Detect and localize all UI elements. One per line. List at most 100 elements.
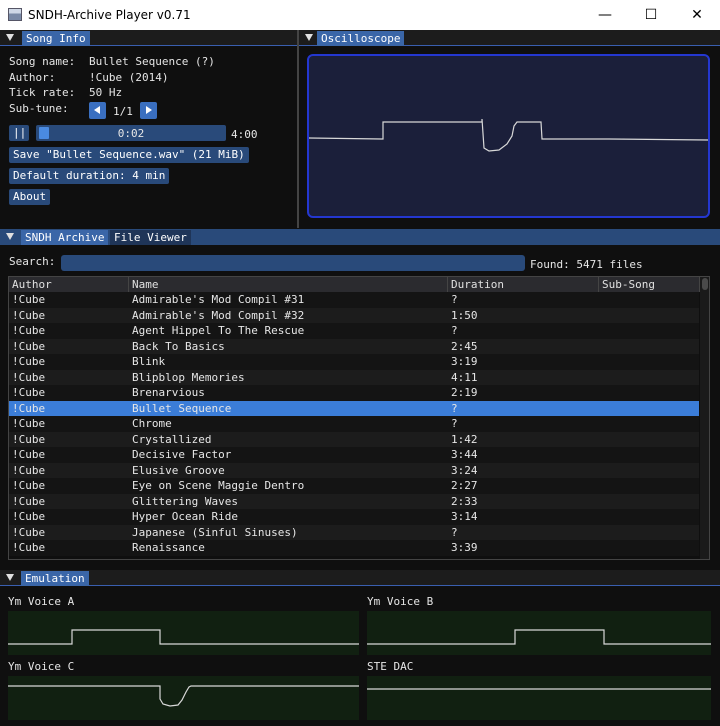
about-button[interactable]: About	[9, 189, 51, 205]
pause-button[interactable]: ||	[9, 125, 29, 141]
cell-name: Glittering Waves	[132, 494, 238, 508]
archive-table: Author Name Duration Sub-Song !Cube Admir…	[8, 276, 710, 560]
cell-name: Brenarvious	[132, 386, 205, 399]
table-row[interactable]: !Cube Back To Basics 2:45	[9, 338, 699, 354]
table-row[interactable]: !Cube Elusive Groove 3:24	[9, 462, 699, 478]
table-row[interactable]: !Cube Glittering Waves 2:33	[9, 493, 699, 509]
column-header-subsong[interactable]: Sub-Song	[599, 277, 700, 292]
voice-a-waveform	[8, 629, 359, 645]
window-title-bar: SNDH-Archive Player v0.71 — ☐ ✕	[0, 0, 720, 30]
minimize-button[interactable]: —	[582, 0, 628, 30]
cell-name: Renaissance	[132, 541, 205, 554]
cell-duration: 2:45	[451, 339, 478, 353]
table-scrollbar[interactable]	[700, 277, 709, 559]
cell-duration: 3:14	[451, 510, 478, 523]
table-row[interactable]: !Cube Admirable's Mod Compil #32 1:50	[9, 307, 699, 323]
cell-name: Japanese (Sinful Sinuses)	[132, 525, 298, 539]
cell-duration: 1:50	[451, 308, 478, 322]
tab-file-viewer[interactable]: File Viewer	[110, 230, 191, 245]
cell-duration: 4:11	[451, 370, 478, 384]
close-icon: ✕	[691, 7, 703, 23]
archive-tabbar: SNDH Archive File Viewer	[0, 229, 720, 245]
cell-name: Chrome	[132, 417, 172, 430]
cell-name: Crystallized	[132, 432, 212, 446]
cell-duration: 2:27	[451, 479, 478, 492]
oscilloscope-panel: Oscilloscope	[299, 30, 720, 228]
tab-song-info[interactable]: Song Info	[22, 31, 90, 46]
maximize-button[interactable]: ☐	[628, 0, 674, 30]
oscilloscope-waveform	[309, 118, 708, 152]
table-row[interactable]: !Cube Admirable's Mod Compil #31?	[9, 292, 699, 308]
cell-author: !Cube	[12, 417, 46, 430]
table-row[interactable]: !Cube Chrome?	[9, 416, 699, 432]
tick-rate-label: Tick rate:	[9, 86, 76, 99]
cell-author: !Cube	[12, 355, 46, 368]
author-label: Author:	[9, 71, 56, 84]
table-row-selected[interactable]: !Cube Bullet Sequence?	[9, 400, 699, 416]
table-row[interactable]: !Cube Hyper Ocean Ride 3:14	[9, 509, 699, 525]
collapse-triangle-icon[interactable]	[6, 34, 14, 41]
cell-name: Admirable's Mod Compil #32	[132, 308, 305, 322]
cell-author: !Cube	[12, 339, 46, 353]
cell-duration: 3:44	[451, 448, 478, 461]
table-row[interactable]: !Cube Renaissance 3:39	[9, 540, 699, 556]
table-row[interactable]: !Cube Blipblop Memories 4:11	[9, 369, 699, 385]
table-row[interactable]: !Cube Brenarvious 2:19	[9, 385, 699, 401]
table-row[interactable]: !Cube Eye on Scene Maggie Dentro 2:27	[9, 478, 699, 494]
table-scrollbar-thumb[interactable]	[702, 278, 708, 290]
cell-duration: 3:19	[451, 355, 478, 368]
ste-dac-scope	[367, 676, 711, 720]
tab-sndh-archive[interactable]: SNDH Archive	[21, 230, 109, 245]
close-button[interactable]: ✕	[674, 0, 720, 30]
column-header-name[interactable]: Name	[129, 277, 448, 292]
song-name-label: Song name:	[9, 55, 76, 68]
maximize-icon: ☐	[644, 7, 658, 23]
cell-author: !Cube	[12, 386, 46, 399]
table-row[interactable]: !Cube Agent Hippel To The Rescue?	[9, 323, 699, 339]
table-row[interactable]: !Cube Japanese (Sinful Sinuses)?	[9, 524, 699, 540]
prev-subtune-button[interactable]	[89, 102, 106, 119]
cell-name: Blink	[132, 355, 166, 368]
collapse-triangle-icon[interactable]	[6, 233, 14, 240]
cell-duration: ?	[451, 417, 458, 430]
author-value: !Cube (2014)	[89, 71, 169, 84]
save-wav-button[interactable]: Save "Bullet Sequence.wav" (21 MiB)	[9, 147, 249, 163]
cell-author: !Cube	[12, 308, 46, 322]
table-row[interactable]: !Cube Blink 3:19	[9, 354, 699, 370]
cell-author: !Cube	[12, 525, 46, 539]
collapse-triangle-icon[interactable]	[305, 34, 313, 41]
ste-dac-label: STE DAC	[367, 660, 414, 673]
total-duration: 4:00	[231, 128, 258, 141]
minimize-icon: —	[598, 7, 612, 23]
cell-duration: 1:42	[451, 432, 478, 446]
cell-name: Elusive Groove	[132, 463, 225, 477]
ste-dac-waveform	[367, 688, 711, 690]
seek-slider[interactable]: 0:02	[36, 125, 226, 141]
song-info-panel: Song Info Song name: Bullet Sequence (?)…	[0, 30, 297, 228]
search-input[interactable]	[61, 255, 525, 271]
voice-b-label: Ym Voice B	[367, 595, 434, 608]
cell-name: Blipblop Memories	[132, 370, 245, 384]
cell-name: Admirable's Mod Compil #31	[132, 293, 305, 306]
tab-emulation[interactable]: Emulation	[21, 571, 89, 586]
voice-b-scope	[367, 611, 711, 655]
collapse-triangle-icon[interactable]	[6, 574, 14, 581]
cell-author: !Cube	[12, 448, 46, 461]
next-subtune-button[interactable]	[140, 102, 157, 119]
default-duration-button[interactable]: Default duration: 4 min	[9, 168, 170, 184]
subtune-label: Sub-tune:	[9, 102, 69, 115]
voice-a-scope	[8, 611, 359, 655]
cell-name: Decisive Factor	[132, 448, 232, 461]
table-body: !Cube Admirable's Mod Compil #31? !Cube Adm…	[9, 292, 699, 559]
table-row[interactable]: !Cube Crystallized 1:42	[9, 431, 699, 447]
cell-name: Hyper Ocean Ride	[132, 510, 238, 523]
table-row[interactable]: !Cube Decisive Factor 3:44	[9, 447, 699, 463]
cell-author: !Cube	[12, 370, 46, 384]
cell-name: Eye on Scene Maggie Dentro	[132, 479, 305, 492]
cell-name: Back To Basics	[132, 339, 225, 353]
column-header-duration[interactable]: Duration	[448, 277, 599, 292]
tab-oscilloscope[interactable]: Oscilloscope	[317, 31, 405, 46]
cell-duration: 2:33	[451, 494, 478, 508]
column-header-author[interactable]: Author	[9, 277, 129, 292]
emulation-panel: Emulation Ym Voice A Ym Voice B Ym Voice…	[0, 570, 720, 726]
